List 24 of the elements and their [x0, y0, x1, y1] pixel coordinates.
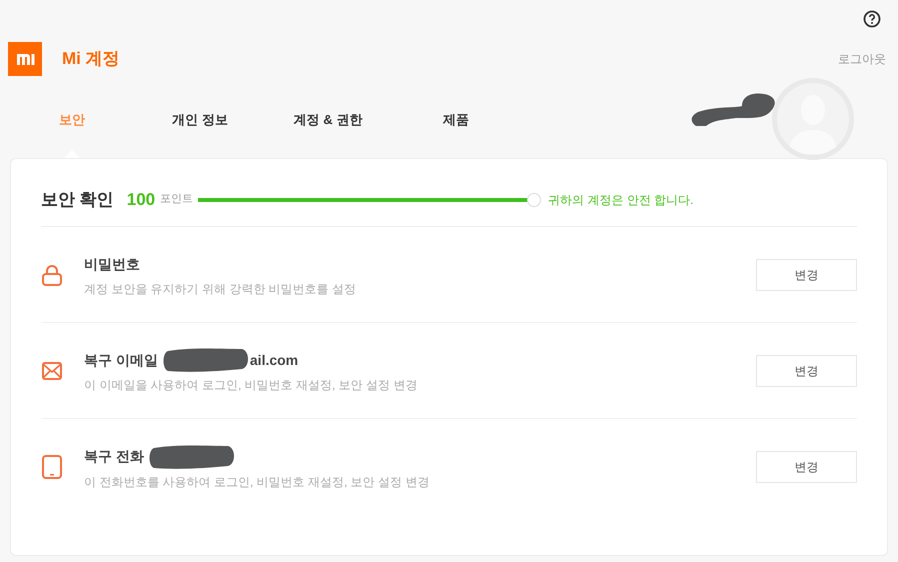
item-value: ail.com [250, 350, 298, 370]
item-description: 계정 보안을 유지하기 위해 강력한 비밀번호를 설정 [84, 281, 358, 298]
logo-icon [8, 42, 42, 76]
change-button[interactable]: 변경 [756, 354, 857, 386]
change-button[interactable]: 변경 [756, 451, 857, 483]
score-thumb [527, 192, 542, 206]
lock-icon [42, 264, 62, 286]
change-button[interactable]: 변경 [756, 258, 857, 290]
tab[interactable]: 계정 & 권한 [264, 110, 392, 158]
item-title: 복구 전화 [84, 447, 144, 466]
item-title: 복구 이메일 [84, 350, 158, 370]
item-description: 이 이메일을 사용하여 로그인, 비밀번호 재설정, 보안 설정 변경 [84, 377, 418, 394]
envelope-icon [42, 362, 62, 380]
help-icon[interactable] [863, 10, 881, 28]
tab[interactable]: 제품 [392, 110, 520, 158]
security-status: 귀하의 계정은 안전 합니다. [548, 192, 694, 208]
security-title: 보안 확인 [41, 188, 114, 211]
tab[interactable]: 개인 정보 [136, 110, 264, 158]
account-title: Mi 계정 [62, 48, 120, 70]
tablet-icon [42, 455, 62, 479]
item-description: 이 전화번호를 사용하여 로그인, 비밀번호 재설정, 보안 설정 변경 [84, 474, 430, 490]
security-score: 100 [126, 188, 156, 211]
score-unit: 포인트 [160, 192, 194, 208]
item-title: 비밀번호 [84, 254, 140, 274]
